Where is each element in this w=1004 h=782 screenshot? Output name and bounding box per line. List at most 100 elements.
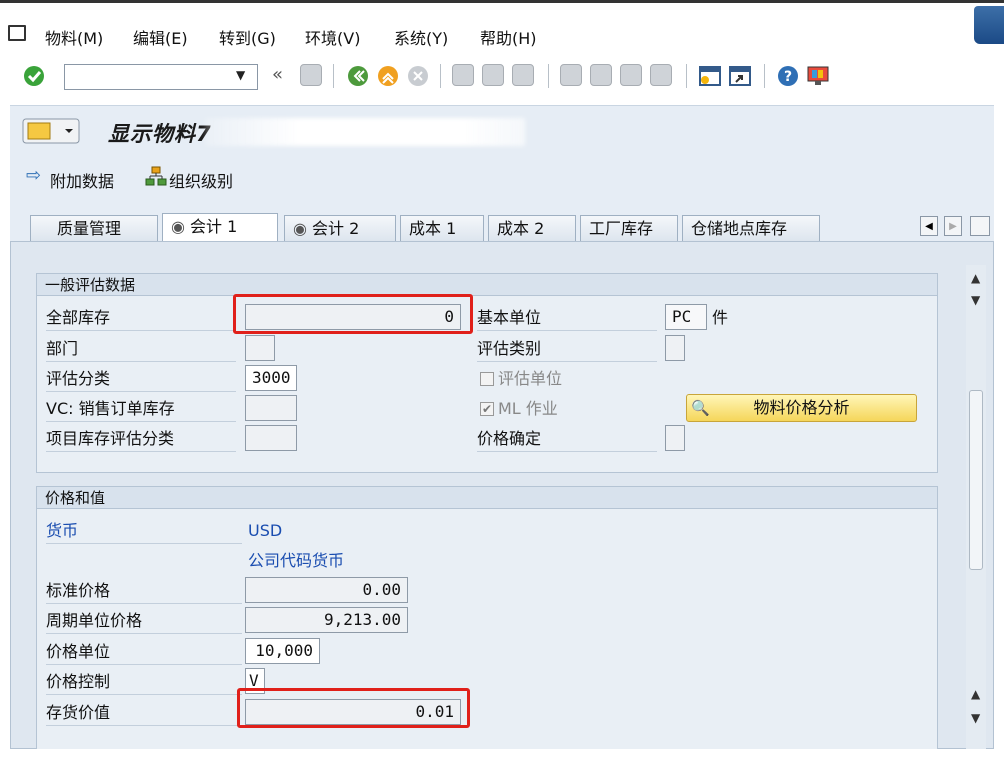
button-label: 物料价格分析 xyxy=(753,398,850,417)
magnifier-icon: 🔍 xyxy=(691,399,710,417)
first-page-icon[interactable] xyxy=(560,64,582,86)
highlight-box xyxy=(237,688,470,728)
base-unit-text: 件 xyxy=(712,308,729,327)
scroll-up-icon[interactable]: ▲ xyxy=(971,687,980,701)
scroll-up-icon[interactable]: ▲ xyxy=(971,271,980,285)
find-next-icon[interactable] xyxy=(512,64,534,86)
tab-accounting-1[interactable]: ◉ 会计 1 xyxy=(162,213,278,241)
material-price-analysis-button[interactable]: 🔍 物料价格分析 xyxy=(686,394,917,422)
standard-price-field[interactable]: 0.00 xyxy=(245,577,408,603)
tab-scroll-right-icon[interactable]: ▶ xyxy=(944,216,962,236)
division-field[interactable] xyxy=(245,335,275,361)
svg-text:?: ? xyxy=(784,69,792,85)
menu-edit[interactable]: 编辑(E) xyxy=(133,25,188,49)
total-stock-label: 全部库存 xyxy=(46,306,236,331)
company-code-currency-label: 公司代码货币 xyxy=(248,551,345,570)
other-material-icon[interactable] xyxy=(22,118,80,144)
ml-active-checkbox[interactable]: ✔ xyxy=(480,402,494,416)
valuation-class-field[interactable]: 3000 xyxy=(245,365,297,391)
tab-label: 质量管理 xyxy=(57,219,122,238)
base-unit-label: 基本单位 xyxy=(477,306,657,331)
price-determination-label: 价格确定 xyxy=(477,427,657,452)
enter-icon[interactable] xyxy=(22,64,46,88)
price-determination-field[interactable] xyxy=(665,425,685,451)
tab-radio-icon: ◉ xyxy=(171,217,191,236)
valuation-category-field[interactable] xyxy=(665,335,685,361)
org-structure-icon xyxy=(145,166,167,186)
scrollbar-thumb[interactable] xyxy=(969,390,983,570)
menu-system[interactable]: 系统(Y) xyxy=(394,25,448,49)
save-icon[interactable] xyxy=(300,64,322,86)
group-header: 价格和值 xyxy=(37,487,937,509)
scroll-down-icon[interactable]: ▼ xyxy=(971,711,980,725)
shortcut-icon[interactable] xyxy=(728,64,752,88)
menu-goto[interactable]: 转到(G) xyxy=(219,25,276,49)
status-area xyxy=(0,749,1004,782)
tab-label: 仓储地点库存 xyxy=(691,219,788,238)
back-icon[interactable] xyxy=(346,64,370,88)
tab-accounting-2[interactable]: ◉ 会计 2 xyxy=(284,215,396,241)
highlight-box xyxy=(233,294,473,334)
create-session-icon[interactable] xyxy=(698,64,722,88)
inventory-value-label: 存货价值 xyxy=(46,701,242,726)
menu-material[interactable]: 物料(M) xyxy=(45,25,103,49)
vc-sales-order-stock-field[interactable] xyxy=(245,395,297,421)
tab-quality-management[interactable]: 质量管理 xyxy=(30,215,158,241)
redacted-title-part xyxy=(205,118,525,146)
tab-label: 会计 1 xyxy=(190,217,238,236)
next-page-icon[interactable] xyxy=(620,64,642,86)
menu-environment[interactable]: 环境(V) xyxy=(305,25,360,49)
valuation-class-label: 评估分类 xyxy=(46,367,236,392)
currency-label: 货币 xyxy=(46,519,242,544)
find-icon[interactable] xyxy=(482,64,504,86)
base-unit-field[interactable]: PC xyxy=(665,304,707,330)
window-corner-button[interactable] xyxy=(974,6,1004,44)
command-field[interactable] xyxy=(64,64,258,90)
system-menu-icon[interactable] xyxy=(8,25,26,41)
vertical-scrollbar[interactable]: ▲ ▼ ▲ ▼ xyxy=(966,265,986,749)
price-control-label: 价格控制 xyxy=(46,670,242,695)
ml-active-label: ML 作业 xyxy=(498,399,558,418)
vc-sales-order-stock-label: VC: 销售订单库存 xyxy=(46,397,236,422)
collapse-icon[interactable]: « xyxy=(272,64,283,85)
tab-costing-1[interactable]: 成本 1 xyxy=(400,215,484,241)
org-levels-button[interactable]: 组织级别 xyxy=(169,168,233,192)
tab-radio-icon: ◉ xyxy=(293,219,313,238)
periodic-unit-price-field[interactable]: 9,213.00 xyxy=(245,607,408,633)
group-header: 一般评估数据 xyxy=(37,274,937,296)
valuated-unit-label: 评估单位 xyxy=(498,369,563,388)
customize-layout-icon[interactable] xyxy=(806,64,830,88)
tab-scroll-left-icon[interactable]: ◀ xyxy=(920,216,938,236)
help-icon[interactable]: ? xyxy=(776,64,800,88)
arrow-right-icon: ⇨ xyxy=(26,165,42,186)
tab-label: 成本 2 xyxy=(497,219,545,238)
print-icon[interactable] xyxy=(452,64,474,86)
standard-price-label: 标准价格 xyxy=(46,579,242,604)
page-title: 显示物料7 xyxy=(108,122,212,146)
tab-plant-stock[interactable]: 工厂库存 xyxy=(580,215,678,241)
menu-help[interactable]: 帮助(H) xyxy=(480,25,537,49)
division-label: 部门 xyxy=(46,337,236,362)
cancel-icon[interactable] xyxy=(406,64,430,88)
menu-bar: 物料(M) 编辑(E) 转到(G) 环境(V) 系统(Y) 帮助(H) xyxy=(0,0,1004,52)
currency-value: USD xyxy=(248,521,283,540)
valuation-category-label: 评估类别 xyxy=(477,337,657,362)
additional-data-button[interactable]: 附加数据 xyxy=(50,168,114,192)
tab-label: 工厂库存 xyxy=(589,219,654,238)
scroll-down-icon[interactable]: ▼ xyxy=(971,293,980,307)
command-field-dropdown-icon[interactable]: ▼ xyxy=(236,68,245,82)
price-unit-label: 价格单位 xyxy=(46,640,242,665)
project-stock-valuation-field[interactable] xyxy=(245,425,297,451)
prev-page-icon[interactable] xyxy=(590,64,612,86)
last-page-icon[interactable] xyxy=(650,64,672,86)
valuated-unit-checkbox[interactable] xyxy=(480,372,494,386)
tab-list-icon[interactable] xyxy=(970,216,990,236)
exit-icon[interactable] xyxy=(376,64,400,88)
project-stock-valuation-label: 项目库存评估分类 xyxy=(46,427,236,452)
tab-label: 会计 2 xyxy=(312,219,360,238)
tab-storage-location-stock[interactable]: 仓储地点库存 xyxy=(682,215,820,241)
price-unit-field[interactable]: 10,000 xyxy=(245,638,320,664)
periodic-unit-price-label: 周期单位价格 xyxy=(46,609,242,634)
tab-costing-2[interactable]: 成本 2 xyxy=(488,215,576,241)
tab-label: 成本 1 xyxy=(409,219,457,238)
